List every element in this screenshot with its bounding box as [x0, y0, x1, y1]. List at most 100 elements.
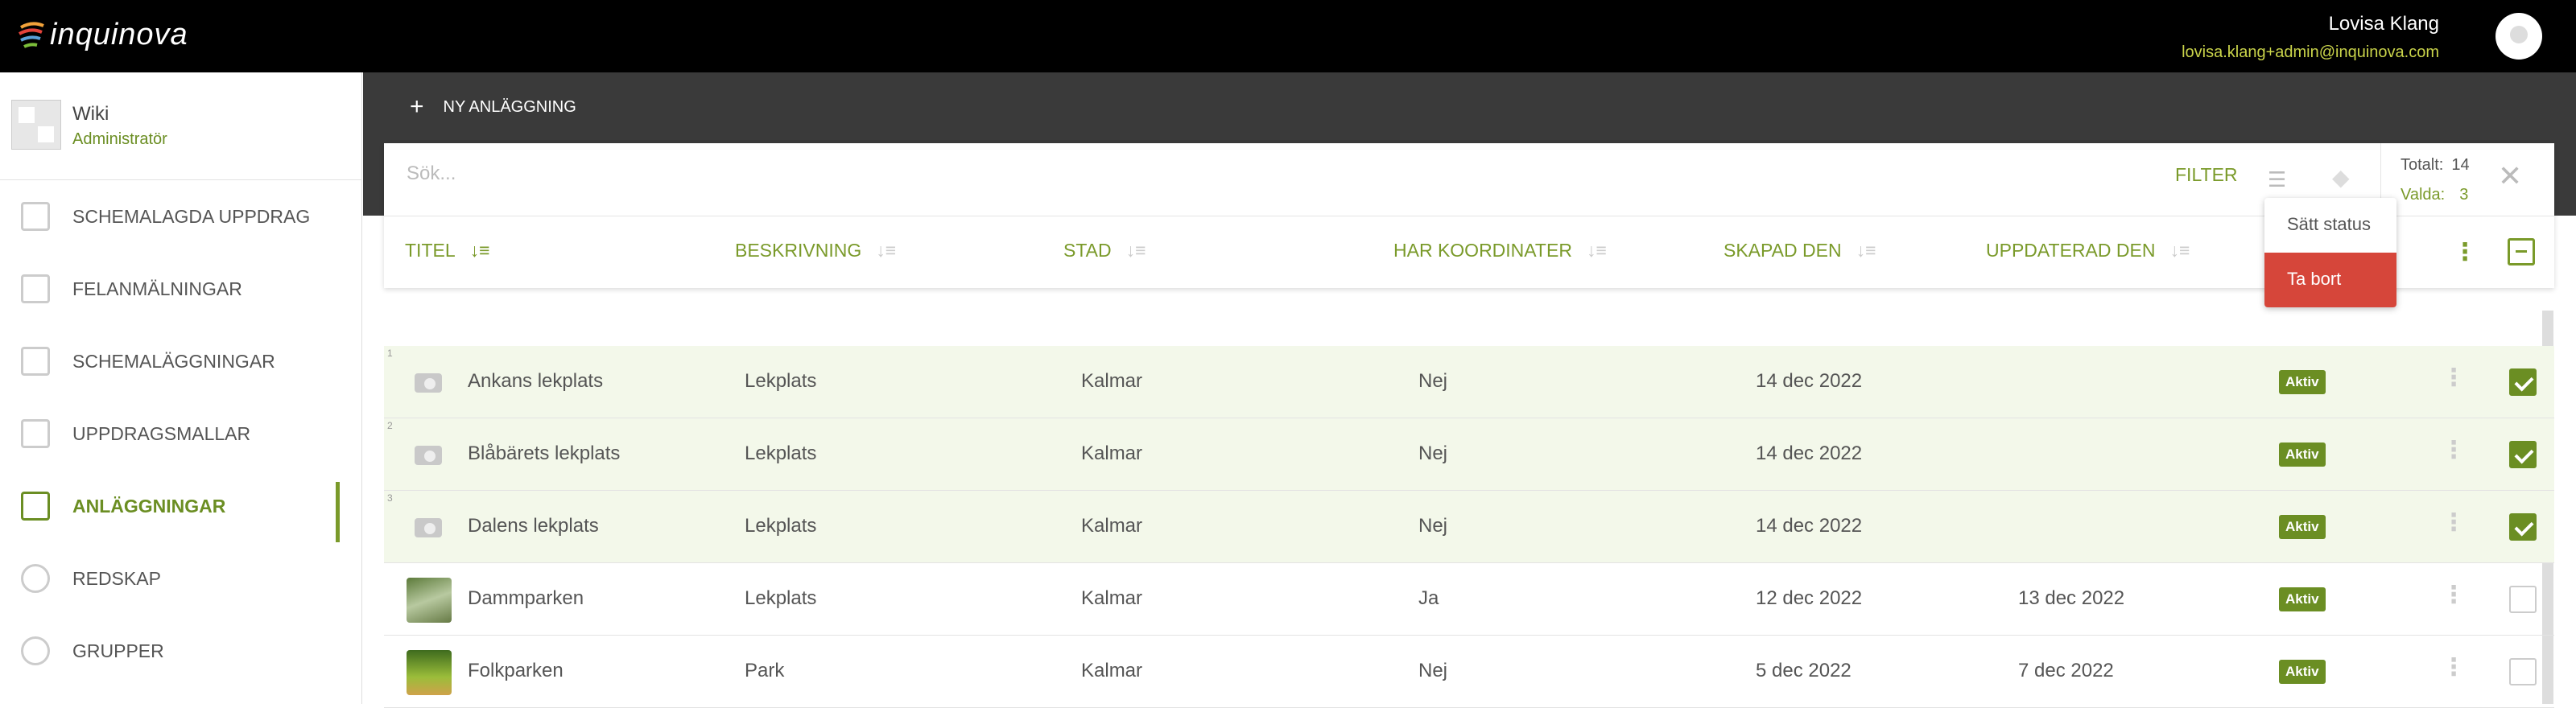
close-icon[interactable]: ✕ — [2498, 159, 2522, 193]
bulk-actions-icon[interactable]: ⋮ — [2453, 238, 2477, 266]
row-coordinates: Ja — [1418, 587, 1439, 609]
sidebar-item-label: SCHEMALAGDA UPPDRAG — [72, 205, 311, 227]
row-created: 14 dec 2022 — [1756, 515, 1863, 537]
row-description: Lekplats — [745, 587, 817, 609]
row-description: Lekplats — [745, 442, 817, 464]
sidebar-item-fault-reports[interactable]: FELANMÄLNINGAR — [0, 253, 362, 325]
column-updated[interactable]: UPPDATERAD DEN ↓≡ — [1986, 240, 2190, 261]
row-menu-icon[interactable]: ⋮ — [2442, 364, 2466, 392]
row-checkbox[interactable] — [2509, 368, 2537, 396]
org-switcher[interactable]: Wiki Administratör — [0, 72, 362, 180]
row-checkbox[interactable] — [2509, 586, 2537, 613]
row-description: Lekplats — [745, 370, 817, 392]
column-has-coordinates[interactable]: HAR KOORDINATER ↓≡ — [1393, 240, 1607, 261]
sort-icon: ↓≡ — [2169, 240, 2190, 261]
org-role: Administratör — [72, 130, 167, 148]
column-created[interactable]: SKAPAD DEN ↓≡ — [1724, 240, 1876, 261]
row-menu-icon[interactable]: ⋮ — [2442, 436, 2466, 464]
bulk-actions-menu: Sätt status Ta bort — [2264, 198, 2396, 307]
row-city: Kalmar — [1081, 442, 1143, 464]
column-label: STAD — [1063, 240, 1112, 261]
row-number: 1 — [387, 348, 393, 359]
row-coordinates: Nej — [1418, 515, 1448, 537]
calendar-icon — [21, 347, 50, 376]
table-row[interactable]: Folkparken Park Kalmar Nej 5 dec 2022 7 … — [384, 636, 2554, 708]
row-city: Kalmar — [1081, 515, 1143, 537]
column-label: HAR KOORDINATER — [1393, 240, 1572, 261]
filter-button[interactable]: FILTER — [2175, 164, 2238, 186]
row-checkbox[interactable] — [2509, 441, 2537, 468]
logo[interactable]: inquinova — [18, 18, 188, 52]
sidebar-item-task-templates[interactable]: UPPDRAGSMALLAR — [0, 397, 362, 470]
row-created: 12 dec 2022 — [1756, 587, 1863, 609]
total-value: 14 — [2451, 156, 2470, 174]
search-input[interactable]: Sök... — [407, 163, 456, 185]
sidebar-item-label: UPPDRAGSMALLAR — [72, 422, 251, 444]
active-indicator — [336, 482, 340, 542]
row-menu-icon[interactable]: ⋮ — [2442, 581, 2466, 609]
report-icon — [21, 274, 50, 303]
sidebar-item-equipment[interactable]: REDSKAP — [0, 542, 362, 615]
camera-icon — [407, 360, 452, 405]
row-created: 14 dec 2022 — [1756, 370, 1863, 392]
table-row[interactable]: 2 Blåbärets lekplats Lekplats Kalmar Nej… — [384, 418, 2554, 491]
row-city: Kalmar — [1081, 370, 1143, 392]
row-title: Dalens lekplats — [468, 515, 599, 537]
columns-icon — [21, 419, 50, 448]
row-menu-icon[interactable]: ⋮ — [2442, 653, 2466, 681]
row-checkbox[interactable] — [2509, 658, 2537, 685]
users-icon — [21, 636, 50, 665]
logo-text: inquinova — [50, 18, 188, 51]
sort-icon: ↓≡ — [469, 240, 490, 261]
sort-icon: ↓≡ — [876, 240, 897, 261]
avatar[interactable] — [2496, 13, 2542, 60]
table-card: Sök... FILTER ☰ ◆ Totalt: 14 Valda: 3 ✕ TI… — [384, 143, 2554, 288]
filter-icon[interactable]: ☰ — [2268, 167, 2286, 192]
row-coordinates: Nej — [1418, 370, 1448, 392]
delete-menu-item[interactable]: Ta bort — [2264, 253, 2396, 307]
row-coordinates: Nej — [1418, 442, 1448, 464]
column-label: TITEL — [405, 240, 456, 261]
clipboard-icon — [21, 202, 50, 231]
top-bar: inquinova Lovisa Klang lovisa.klang+admi… — [0, 0, 2576, 72]
row-title: Ankans lekplats — [468, 370, 604, 392]
new-facility-label: NY ANLÄGGNING — [443, 97, 576, 116]
column-label: BESKRIVNING — [735, 240, 862, 261]
table-row[interactable]: 3 Dalens lekplats Lekplats Kalmar Nej 14… — [384, 491, 2554, 563]
new-facility-button[interactable]: + NY ANLÄGGNING — [410, 93, 576, 121]
sort-icon: ↓≡ — [1856, 240, 1876, 261]
row-title: Folkparken — [468, 660, 564, 681]
row-menu-icon[interactable]: ⋮ — [2442, 508, 2466, 537]
building-icon — [21, 492, 50, 521]
sidebar-item-schedules[interactable]: SCHEMALÄGGNINGAR — [0, 325, 362, 397]
row-city: Kalmar — [1081, 587, 1143, 609]
table-row[interactable]: Dammparken Lekplats Kalmar Ja 12 dec 202… — [384, 563, 2554, 636]
sidebar-item-facilities[interactable]: ANLÄGGNINGAR — [0, 470, 362, 542]
user-email: lovisa.klang+admin@inquinova.com — [2182, 43, 2439, 61]
sidebar-item-label: SCHEMALÄGGNINGAR — [72, 350, 275, 372]
sidebar-item-scheduled-tasks[interactable]: SCHEMALAGDA UPPDRAG — [0, 180, 362, 253]
sidebar: Wiki Administratör SCHEMALAGDA UPPDRAG F… — [0, 72, 362, 704]
set-status-menu-item[interactable]: Sätt status — [2264, 198, 2396, 253]
balloon-icon — [21, 564, 50, 593]
column-city[interactable]: STAD ↓≡ — [1063, 240, 1146, 261]
row-updated: 7 dec 2022 — [2018, 660, 2114, 681]
sidebar-item-groups[interactable]: GRUPPER — [0, 615, 362, 687]
column-title[interactable]: TITEL ↓≡ — [405, 240, 490, 261]
table-row[interactable]: 1 Ankans lekplats Lekplats Kalmar Nej 14… — [384, 346, 2554, 418]
org-name: Wiki — [72, 103, 109, 125]
facility-photo — [407, 650, 452, 695]
row-checkbox[interactable] — [2509, 513, 2537, 541]
select-all-checkbox[interactable] — [2508, 238, 2535, 266]
sidebar-item-label: GRUPPER — [72, 640, 164, 661]
row-title: Dammparken — [468, 587, 584, 609]
selected-label: Valda: — [2401, 186, 2446, 204]
column-description[interactable]: BESKRIVNING ↓≡ — [735, 240, 896, 261]
user-name: Lovisa Klang — [2328, 13, 2439, 35]
facility-photo — [407, 578, 452, 623]
eraser-icon[interactable]: ◆ — [2332, 164, 2350, 191]
column-label: SKAPAD DEN — [1724, 240, 1842, 261]
row-created: 14 dec 2022 — [1756, 442, 1863, 464]
camera-icon — [407, 433, 452, 478]
user-info[interactable]: Lovisa Klang lovisa.klang+admin@inquinov… — [2182, 13, 2439, 62]
